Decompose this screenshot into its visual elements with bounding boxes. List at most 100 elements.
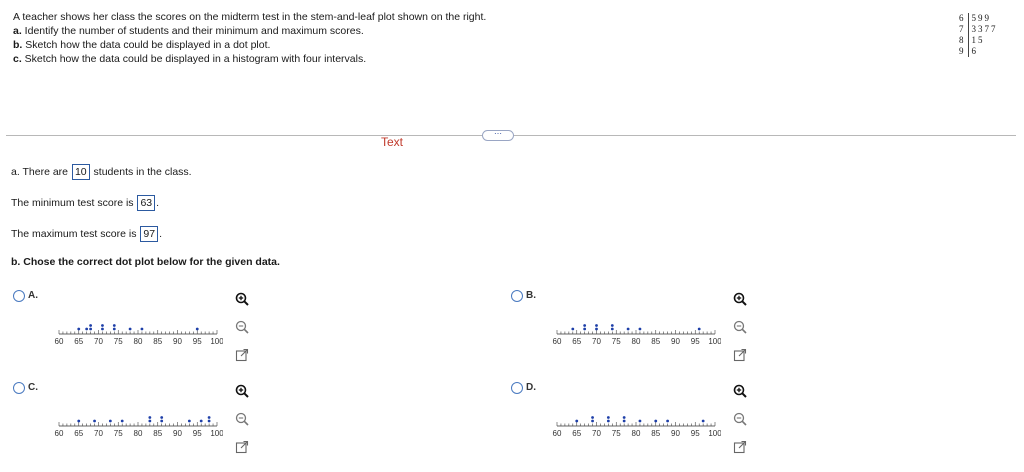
open-in-new-window-icon[interactable] — [733, 348, 747, 362]
data-dot — [638, 327, 642, 331]
max-score-answer-box[interactable]: 97 — [140, 226, 159, 242]
data-dot — [85, 327, 89, 331]
data-dot — [207, 419, 211, 423]
tick-label: 70 — [94, 337, 103, 346]
tick-label: 65 — [74, 429, 83, 438]
option-b[interactable]: B. 60 65 70 75 80 85 90 95 100 — [511, 290, 771, 380]
option-icons — [235, 384, 251, 468]
text-tab[interactable]: Text — [381, 135, 403, 149]
option-a[interactable]: A. 60 65 70 75 80 85 90 95 100 — [13, 290, 273, 380]
data-dot — [195, 327, 199, 331]
students-answer: a. There are 10 students in the class. — [11, 164, 192, 180]
tick-label: 70 — [94, 429, 103, 438]
data-dot — [112, 327, 116, 331]
option-c[interactable]: C. 60 65 70 75 80 85 90 95 100 — [13, 382, 273, 472]
zoom-in-icon[interactable] — [235, 384, 249, 398]
tick-label: 90 — [173, 337, 182, 346]
students-answer-box[interactable]: 10 — [71, 164, 90, 180]
open-in-new-window-icon[interactable] — [235, 440, 249, 454]
tick-label: 85 — [153, 429, 162, 438]
tick-label: 90 — [671, 429, 680, 438]
data-dot — [591, 419, 594, 423]
tick-label: 95 — [193, 429, 202, 438]
tick-label: 60 — [553, 429, 562, 438]
zoom-in-icon[interactable] — [733, 384, 747, 398]
dot-plot: 60 65 70 75 80 85 90 95 100 — [553, 324, 721, 346]
tick-label: 100 — [210, 337, 223, 346]
data-dot — [120, 419, 124, 423]
zoom-out-icon[interactable] — [733, 412, 747, 426]
problem-part-c: c. Sketch how the data could be displaye… — [13, 53, 367, 65]
option-label: C. — [28, 382, 38, 393]
tick-label: 75 — [612, 429, 621, 438]
stem-row: 6 599 — [956, 13, 1001, 24]
radio-button[interactable] — [511, 290, 523, 302]
stem-row: 8 15 — [956, 35, 1001, 46]
min-score-answer-box[interactable]: 63 — [137, 195, 156, 211]
data-dot — [622, 416, 626, 419]
data-dot — [89, 327, 92, 331]
radio-button[interactable] — [13, 382, 25, 394]
data-dot — [610, 324, 614, 327]
data-dot — [128, 327, 132, 331]
data-dot — [148, 416, 152, 419]
problem-statement: A teacher shows her class the scores on … — [13, 10, 486, 66]
tick-label: 60 — [55, 337, 64, 346]
dot-plot-prompt: b. Chose the correct dot plot below for … — [11, 256, 280, 268]
problem-intro: A teacher shows her class the scores on … — [13, 11, 487, 23]
tick-label: 90 — [173, 429, 182, 438]
data-dot — [93, 419, 96, 423]
data-dot — [638, 419, 642, 423]
data-dot — [101, 327, 104, 331]
tick-label: 85 — [153, 337, 162, 346]
tick-label: 80 — [632, 429, 641, 438]
data-dot — [160, 419, 164, 423]
tick-label: 80 — [134, 429, 143, 438]
tick-label: 85 — [651, 337, 660, 346]
tick-label: 75 — [114, 429, 123, 438]
radio-button[interactable] — [511, 382, 523, 394]
data-dot — [101, 324, 104, 327]
tick-label: 80 — [632, 337, 641, 346]
tick-label: 75 — [114, 337, 123, 346]
more-options-button[interactable]: ⋯ — [482, 130, 514, 141]
stem-and-leaf-plot: 6 599 7 3377 8 15 96 — [956, 13, 1001, 57]
data-dot — [77, 419, 81, 423]
data-dot — [626, 327, 630, 331]
option-icons — [733, 384, 749, 468]
option-label: B. — [526, 290, 536, 301]
tick-label: 80 — [134, 337, 143, 346]
dot-plot: 60 65 70 75 80 85 90 95 100 — [55, 416, 223, 438]
tick-label: 90 — [671, 337, 680, 346]
zoom-in-icon[interactable] — [733, 292, 747, 306]
tick-label: 65 — [572, 337, 581, 346]
zoom-out-icon[interactable] — [235, 320, 249, 334]
tick-label: 65 — [572, 429, 581, 438]
option-icons — [733, 292, 749, 376]
tick-label: 70 — [592, 429, 601, 438]
max-score-answer: The maximum test score is 97. — [11, 226, 162, 242]
problem-part-b: b. Sketch how the data could be displaye… — [13, 39, 271, 51]
zoom-out-icon[interactable] — [733, 320, 747, 334]
option-d[interactable]: D. 60 65 70 75 80 85 90 95 100 — [511, 382, 771, 472]
radio-button[interactable] — [13, 290, 25, 302]
data-dot — [575, 419, 579, 423]
problem-part-a: a. Identify the number of students and t… — [13, 25, 364, 37]
data-dot — [112, 324, 116, 327]
data-dot — [140, 327, 144, 331]
data-dot — [654, 419, 658, 423]
option-label: A. — [28, 290, 38, 301]
data-dot — [148, 419, 152, 423]
data-dot — [187, 419, 191, 423]
zoom-in-icon[interactable] — [235, 292, 249, 306]
data-dot — [571, 327, 575, 331]
open-in-new-window-icon[interactable] — [235, 348, 249, 362]
tick-label: 95 — [691, 337, 700, 346]
data-dot — [697, 327, 701, 331]
tick-label: 100 — [708, 429, 721, 438]
open-in-new-window-icon[interactable] — [733, 440, 747, 454]
data-dot — [606, 416, 610, 419]
zoom-out-icon[interactable] — [235, 412, 249, 426]
data-dot — [622, 419, 626, 423]
tick-label: 60 — [55, 429, 64, 438]
